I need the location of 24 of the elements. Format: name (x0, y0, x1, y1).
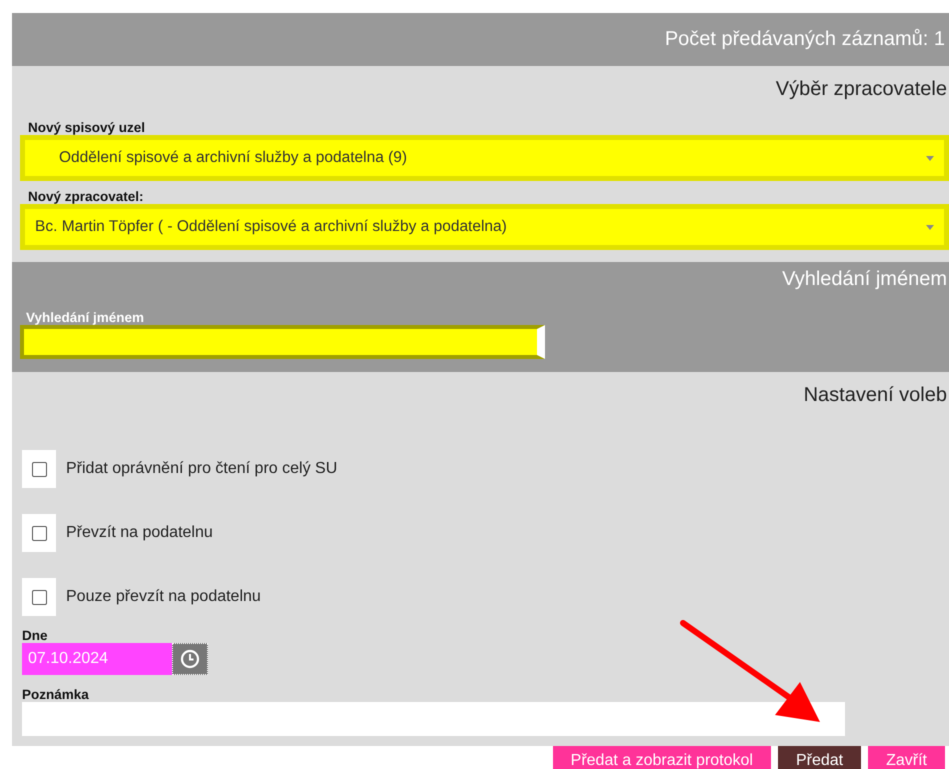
section-title: Nastavení voleb (804, 384, 947, 406)
field-label: Nový spisový uzel (27, 119, 146, 135)
caret-icon (926, 224, 934, 230)
checkbox[interactable] (32, 590, 46, 604)
field-label: Dne (21, 627, 49, 643)
checkbox[interactable] (32, 526, 46, 540)
checkbox-label: Přidat oprávnění pro čtení pro celý SU (66, 460, 338, 478)
field-label: Vyhledání jménem (25, 309, 146, 325)
section-title: Vyhledání jménem (782, 268, 947, 292)
field-label: Nový zpracovatel: (27, 188, 145, 204)
note-field[interactable] (22, 702, 845, 736)
checkbox-label: Převzít na podatelnu (66, 524, 213, 542)
caret-icon (926, 156, 934, 160)
section-title: Výběr zpracovatele (776, 78, 947, 100)
dropdown-field[interactable]: Bc. Martin Töpfer ( - Oddělení spisové a archivní služby a podatelna) (20, 204, 949, 250)
record-count: Počet předávaných záznamů: 1 (664, 28, 945, 51)
field-label: Poznámka (21, 686, 90, 702)
search-field[interactable] (20, 325, 545, 359)
action-button[interactable]: Předat (778, 746, 862, 769)
checkbox[interactable] (32, 462, 46, 476)
dropdown-field[interactable]: Oddělení spisové a archivní služby a podatelna (9) (20, 135, 949, 181)
clock-button[interactable] (172, 643, 208, 675)
checkbox-label: Pouze převzít na podatelnu (66, 588, 261, 606)
clock-icon (180, 649, 200, 669)
